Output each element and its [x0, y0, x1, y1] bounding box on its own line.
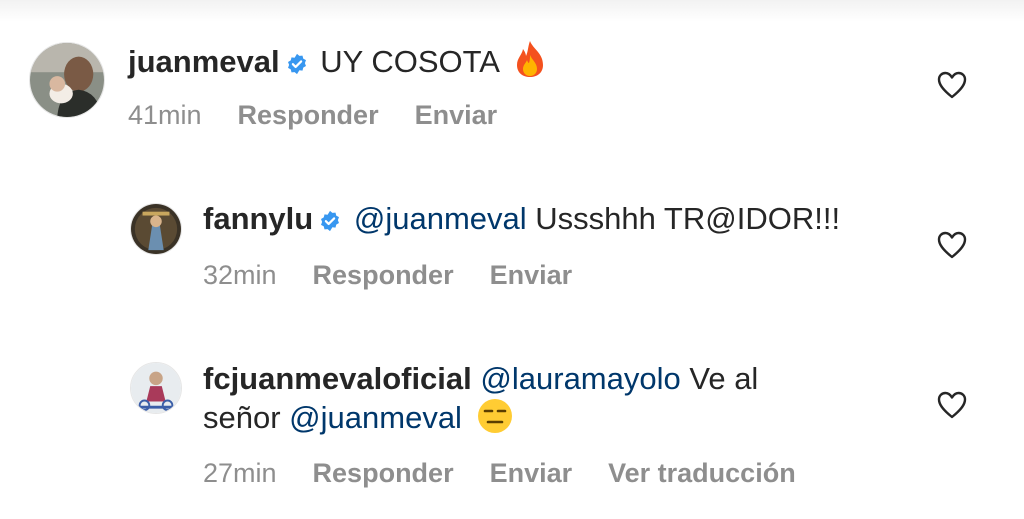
fire-emoji-icon	[513, 40, 547, 87]
verified-badge-icon	[286, 46, 308, 84]
expressionless-face-emoji-icon	[477, 398, 513, 443]
comment-text: señor	[203, 400, 281, 435]
username[interactable]: fcjuanmevaloficial	[203, 361, 472, 396]
send-button[interactable]: Enviar	[415, 100, 498, 130]
comment-text: UY COSOTA	[320, 44, 499, 79]
mention-link[interactable]: @lauramayolo	[480, 361, 680, 396]
username[interactable]: juanmeval	[128, 44, 280, 79]
like-heart-icon[interactable]	[937, 231, 967, 259]
avatar[interactable]	[130, 362, 182, 414]
see-translation-button[interactable]: Ver traducción	[608, 458, 796, 488]
timestamp: 41min	[128, 100, 202, 130]
reply-button[interactable]: Responder	[238, 100, 379, 130]
verified-badge-icon	[319, 203, 341, 241]
avatar[interactable]	[130, 203, 182, 255]
like-heart-icon[interactable]	[937, 391, 967, 419]
reply-button[interactable]: Responder	[313, 260, 454, 290]
top-gradient	[0, 0, 1024, 22]
avatar[interactable]	[29, 42, 105, 118]
like-heart-icon[interactable]	[937, 71, 967, 99]
comment-text: Ussshhh TR@IDOR!!!	[535, 201, 841, 236]
comment-text: Ve al	[689, 361, 759, 396]
username[interactable]: fannylu	[203, 201, 313, 236]
mention-link[interactable]: @juanmeval	[354, 201, 527, 236]
mention-link[interactable]: @juanmeval	[289, 400, 462, 435]
timestamp: 27min	[203, 458, 277, 488]
reply-button[interactable]: Responder	[313, 458, 454, 488]
send-button[interactable]: Enviar	[490, 458, 573, 488]
send-button[interactable]: Enviar	[490, 260, 573, 290]
timestamp: 32min	[203, 260, 277, 290]
